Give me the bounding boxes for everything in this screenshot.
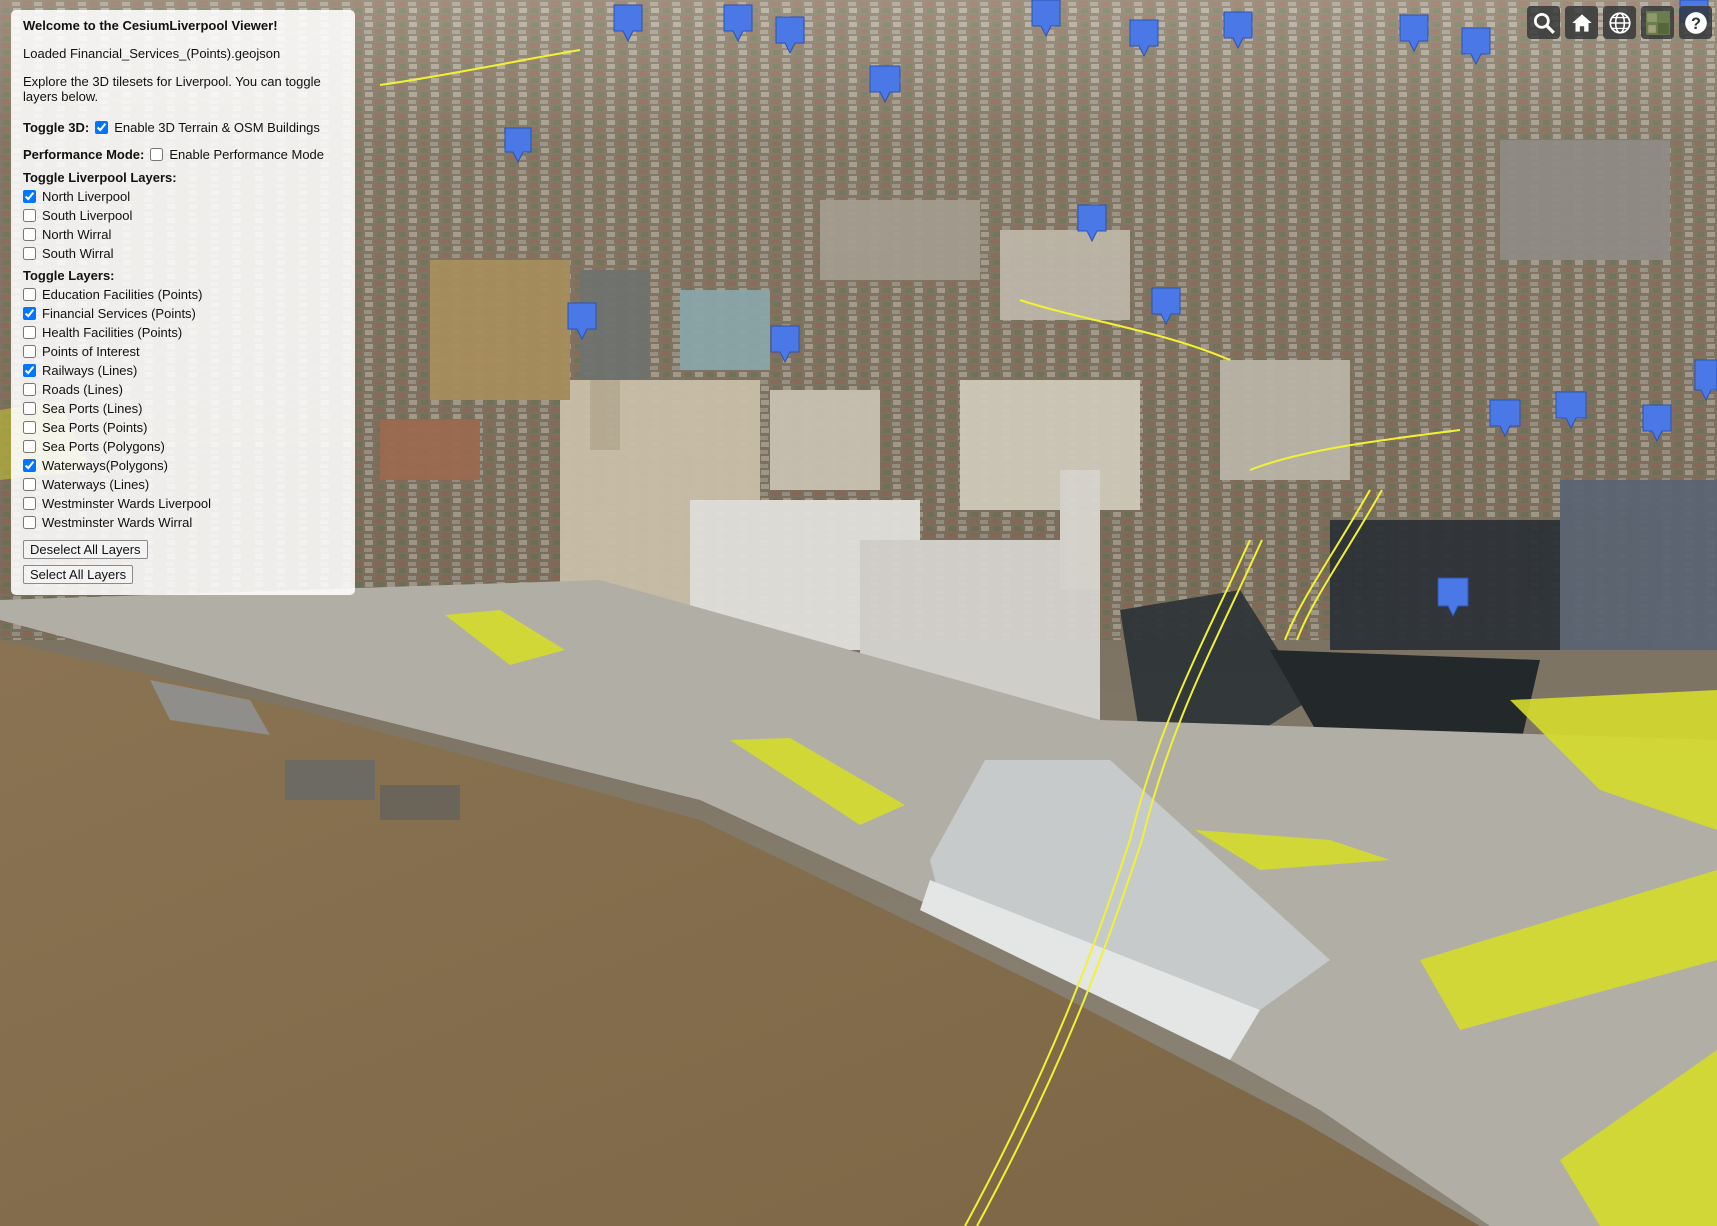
layer-label: Financial Services (Points) [42, 306, 196, 321]
base-layer-picker-button[interactable] [1641, 6, 1674, 39]
layer-item[interactable]: Waterways(Polygons) [23, 456, 343, 475]
help-icon: ? [1684, 11, 1707, 34]
layers-heading: Toggle Layers: [23, 268, 115, 283]
liverpool-layer-label: North Liverpool [42, 189, 131, 204]
layer-checkbox[interactable] [23, 402, 36, 415]
liverpool-layer-checkbox[interactable] [23, 247, 36, 260]
home-button[interactable] [1565, 6, 1598, 39]
liverpool-layer-checkbox[interactable] [23, 190, 36, 203]
layer-label: Waterways(Polygons) [42, 458, 168, 473]
layer-item[interactable]: Sea Ports (Points) [23, 418, 343, 437]
liverpool-layer-label: North Wirral [42, 227, 112, 242]
performance-mode-checkbox[interactable] [150, 148, 164, 161]
layer-checkbox[interactable] [23, 345, 36, 358]
layer-label: Health Facilities (Points) [42, 325, 183, 340]
svg-text:?: ? [1691, 14, 1701, 32]
layer-checkbox[interactable] [23, 383, 36, 396]
layer-item[interactable]: Railways (Lines) [23, 361, 343, 380]
layer-control-panel: Welcome to the CesiumLiverpool Viewer! L… [11, 10, 355, 595]
layer-item[interactable]: Roads (Lines) [23, 380, 343, 399]
base-layer-picker-icon [1645, 10, 1670, 35]
liverpool-layer-label: South Liverpool [42, 208, 133, 223]
layer-checkbox[interactable] [23, 307, 36, 320]
layer-label: Railways (Lines) [42, 363, 138, 378]
layer-label: Roads (Lines) [42, 382, 123, 397]
liverpool-layer-label: South Wirral [42, 246, 114, 261]
layer-checkbox[interactable] [23, 364, 36, 377]
layer-label: Sea Ports (Polygons) [42, 439, 165, 454]
layer-item[interactable]: Education Facilities (Points) [23, 285, 343, 304]
layer-item[interactable]: Financial Services (Points) [23, 304, 343, 323]
liverpool-layers-list: North Liverpool South Liverpool North Wirr… [23, 187, 343, 263]
search-icon [1533, 12, 1555, 34]
layers-list: Education Facilities (Points) Financial S… [23, 285, 343, 532]
layer-checkbox[interactable] [23, 326, 36, 339]
help-button[interactable]: ? [1679, 6, 1712, 39]
layer-checkbox[interactable] [23, 516, 36, 529]
layer-checkbox[interactable] [23, 497, 36, 510]
layer-item[interactable]: Westminster Wards Wirral [23, 513, 343, 532]
layer-label: Westminster Wards Liverpool [42, 496, 212, 511]
viewer-toolbar: ? [1527, 6, 1712, 39]
layer-label: Education Facilities (Points) [42, 287, 203, 302]
panel-description: Explore the 3D tilesets for Liverpool. Y… [23, 74, 321, 104]
layer-label: Points of Interest [42, 344, 140, 359]
liverpool-layer-checkbox[interactable] [23, 228, 36, 241]
layer-label: Sea Ports (Lines) [42, 401, 143, 416]
panel-title: Welcome to the CesiumLiverpool Viewer! [23, 18, 278, 33]
layer-label: Westminster Wards Wirral [42, 515, 193, 530]
liverpool-layers-heading: Toggle Liverpool Layers: [23, 170, 177, 185]
liverpool-layer-item[interactable]: North Wirral [23, 225, 343, 244]
layer-item[interactable]: Points of Interest [23, 342, 343, 361]
layer-checkbox[interactable] [23, 288, 36, 301]
globe-icon [1608, 11, 1631, 34]
layer-item[interactable]: Sea Ports (Lines) [23, 399, 343, 418]
liverpool-layer-item[interactable]: South Liverpool [23, 206, 343, 225]
toggle-3d-label: Toggle 3D: [23, 120, 90, 135]
liverpool-layer-checkbox[interactable] [23, 209, 36, 222]
layer-checkbox[interactable] [23, 478, 36, 491]
home-icon [1571, 13, 1592, 32]
layer-checkbox[interactable] [23, 421, 36, 434]
scene-mode-button[interactable] [1603, 6, 1636, 39]
layer-item[interactable]: Waterways (Lines) [23, 475, 343, 494]
loaded-message: Loaded Financial_Services_(Points).geojs… [23, 46, 281, 61]
layer-checkbox[interactable] [23, 440, 36, 453]
toggle-3d-row: Toggle 3D: Enable 3D Terrain & OSM Build… [23, 118, 343, 137]
liverpool-layer-item[interactable]: North Liverpool [23, 187, 343, 206]
layer-label: Sea Ports (Points) [42, 420, 148, 435]
layer-item[interactable]: Sea Ports (Polygons) [23, 437, 343, 456]
layer-label: Waterways (Lines) [42, 477, 150, 492]
layer-item[interactable]: Westminster Wards Liverpool [23, 494, 343, 513]
toggle-3d-checkbox[interactable] [95, 121, 109, 134]
geocoder-search-button[interactable] [1527, 6, 1560, 39]
layer-item[interactable]: Health Facilities (Points) [23, 323, 343, 342]
deselect-all-layers-button[interactable]: Deselect All Layers [23, 540, 148, 559]
performance-mode-option: Enable Performance Mode [169, 147, 325, 162]
performance-mode-label: Performance Mode: [23, 147, 145, 162]
layer-checkbox[interactable] [23, 459, 36, 472]
liverpool-layer-item[interactable]: South Wirral [23, 244, 343, 263]
performance-mode-row: Performance Mode: Enable Performance Mod… [23, 145, 343, 164]
cesium-viewer[interactable]: ? Welcome to the CesiumLiverpool Viewer!… [0, 0, 1717, 1226]
select-all-layers-button[interactable]: Select All Layers [23, 565, 134, 584]
toggle-3d-option: Enable 3D Terrain & OSM Buildings [114, 120, 320, 135]
